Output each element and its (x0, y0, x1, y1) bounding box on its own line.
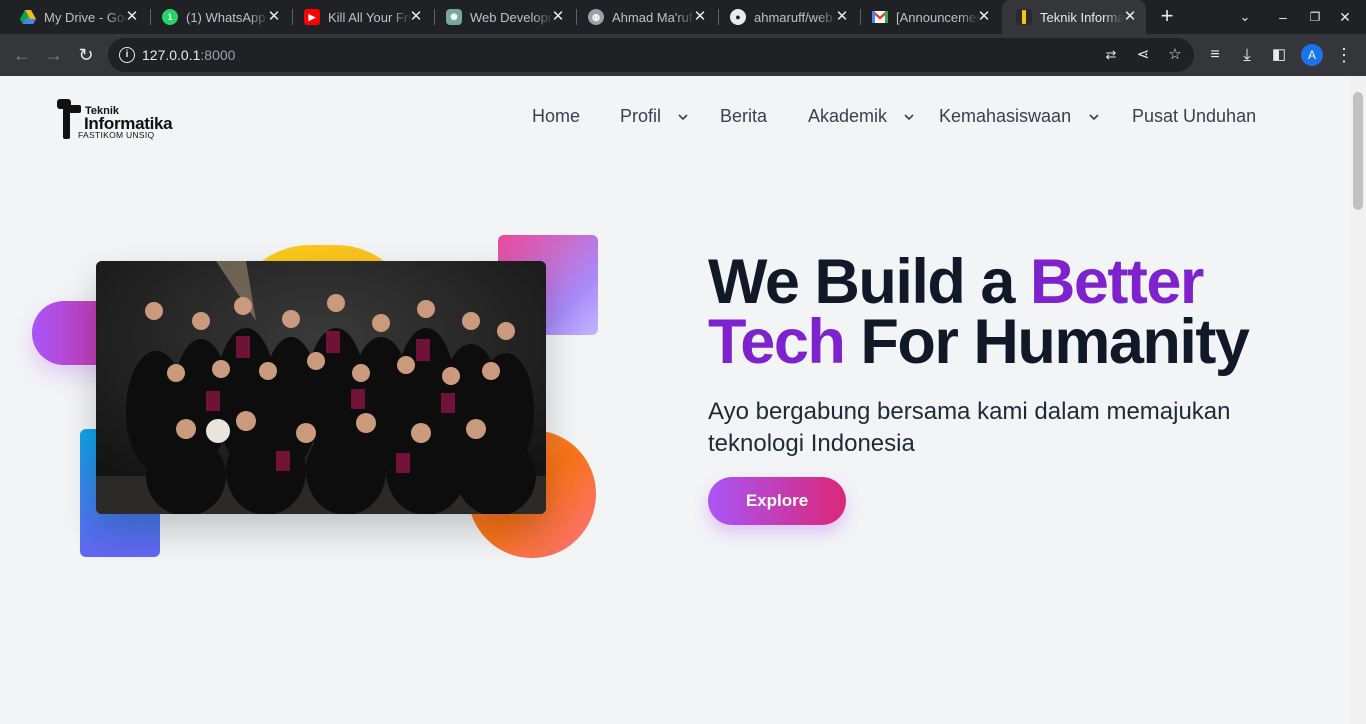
hero-group-photo (96, 261, 546, 514)
close-tab-icon[interactable]: ✕ (834, 9, 850, 25)
download-icon[interactable]: ⤓ (1235, 43, 1259, 67)
gmail-icon (872, 9, 888, 25)
menu-kebab-icon[interactable]: ⋮ (1332, 43, 1356, 67)
tab-teknik-informatika[interactable]: Teknik Informatika ✕ (1002, 0, 1146, 34)
chevron-down-icon (678, 113, 688, 120)
chevron-down-icon (1089, 113, 1099, 120)
logo-line-fastikom: FASTIKOM UNSIQ (78, 130, 155, 140)
browser-toolbar: ← → ↻ i 127.0.0.1:8000 ⇄ ⋖ ☆ ≡ ⤓ ◧ A ⋮ (0, 34, 1366, 76)
tab-title: Kill All Your Friends (328, 9, 412, 25)
tab-youtube[interactable]: ▶ Kill All Your Friends ✕ (290, 0, 432, 34)
tab-title: Web Development (470, 9, 554, 25)
nav-pusat-unduhan-label: Pusat Unduhan (1132, 106, 1257, 126)
tab-title: Teknik Informatika (1040, 9, 1124, 25)
hero-heading: We Build a Better Tech For Humanity (708, 251, 1250, 374)
nav-berita-label: Berita (720, 106, 768, 126)
reload-button[interactable]: ↻ (74, 43, 98, 67)
tab-github[interactable]: ● ahmaruff/web ✕ (716, 0, 858, 34)
youtube-icon: ▶ (304, 9, 320, 25)
minimize-button[interactable]: – (1272, 6, 1294, 28)
chatgpt-icon: ✺ (446, 9, 462, 25)
address-bar[interactable]: i 127.0.0.1:8000 ⇄ ⋖ ☆ (108, 38, 1194, 72)
nav-profil[interactable]: Profil (620, 106, 688, 127)
tab-title: (1) WhatsApp (186, 9, 266, 25)
tab-portfolio[interactable]: ◍ Ahmad Ma'ruf ✕ (574, 0, 716, 34)
tab-whatsapp[interactable]: 1 (1) WhatsApp ✕ (148, 0, 290, 34)
github-icon: ● (730, 9, 746, 25)
chevron-down-icon (904, 113, 914, 120)
url-host: 127.0.0.1 (142, 47, 201, 63)
close-tab-icon[interactable]: ✕ (124, 9, 140, 25)
nav-pusat-unduhan[interactable]: Pusat Unduhan (1132, 106, 1256, 127)
side-panel-icon[interactable]: ◧ (1267, 43, 1291, 67)
close-tab-icon[interactable]: ✕ (692, 9, 708, 25)
media-queue-icon[interactable]: ≡ (1203, 43, 1227, 67)
bookmark-star-icon[interactable]: ☆ (1166, 46, 1184, 64)
tab-title: ahmaruff/web (754, 9, 833, 25)
nav-berita[interactable]: Berita (720, 106, 767, 127)
tab-title: Ahmad Ma'ruf (612, 9, 693, 25)
tab-gmail[interactable]: [Announcement] ✕ (858, 0, 1000, 34)
hero-heading-accent-tech: Tech (708, 307, 846, 377)
site-favicon (1016, 9, 1032, 25)
new-tab-button[interactable]: + (1156, 5, 1178, 28)
page-viewport: Teknik Informatika FASTIKOM UNSIQ Home P… (0, 76, 1350, 724)
hero-heading-part2: For Humanity (844, 307, 1250, 377)
tab-chatgpt[interactable]: ✺ Web Development ✕ (432, 0, 574, 34)
nav-home[interactable]: Home (532, 106, 580, 127)
tab-google-drive[interactable]: My Drive - Google Drive ✕ (6, 0, 148, 34)
close-window-button[interactable]: ✕ (1334, 6, 1356, 28)
close-tab-icon[interactable]: ✕ (408, 9, 424, 25)
share-icon[interactable]: ⋖ (1134, 46, 1152, 64)
nav-akademik[interactable]: Akademik (808, 106, 914, 127)
restore-button[interactable]: ❐ (1304, 6, 1326, 28)
page-scrollbar[interactable] (1350, 76, 1366, 724)
group-photo-illustration (96, 261, 546, 514)
scrollbar-thumb[interactable] (1353, 92, 1363, 210)
tab-title: My Drive - Google Drive (44, 9, 128, 25)
nav-kemahasiswaan-label: Kemahasiswaan (939, 106, 1072, 126)
nav-akademik-label: Akademik (808, 106, 888, 126)
close-tab-icon[interactable]: ✕ (1122, 9, 1138, 25)
close-tab-icon[interactable]: ✕ (550, 9, 566, 25)
tab-search-icon[interactable]: ⌄ (1234, 6, 1256, 28)
translate-icon[interactable]: ⇄ (1102, 46, 1120, 64)
back-button[interactable]: ← (10, 43, 34, 67)
google-drive-icon (20, 9, 36, 25)
hero-subtitle: Ayo bergabung bersama kami dalam memajuk… (708, 398, 1231, 457)
site-info-icon[interactable]: i (119, 47, 135, 63)
explore-button[interactable]: Explore (708, 477, 846, 525)
nav-profil-label: Profil (620, 106, 662, 126)
nav-home-label: Home (532, 106, 581, 126)
tab-strip: My Drive - Google Drive ✕ 1 (1) WhatsApp… (0, 0, 1366, 34)
profile-avatar[interactable]: A (1301, 44, 1323, 66)
nav-kemahasiswaan[interactable]: Kemahasiswaan (939, 106, 1099, 127)
globe-icon: ◍ (588, 9, 604, 25)
forward-button[interactable]: → (42, 43, 66, 67)
tab-title: [Announcement] (896, 9, 980, 25)
close-tab-icon[interactable]: ✕ (976, 9, 992, 25)
site-logo[interactable]: Teknik Informatika FASTIKOM UNSIQ (55, 97, 173, 141)
whatsapp-icon: 1 (162, 9, 178, 25)
close-tab-icon[interactable]: ✕ (266, 9, 282, 25)
url-text: 127.0.0.1:8000 (142, 47, 235, 63)
url-port: :8000 (200, 47, 236, 63)
